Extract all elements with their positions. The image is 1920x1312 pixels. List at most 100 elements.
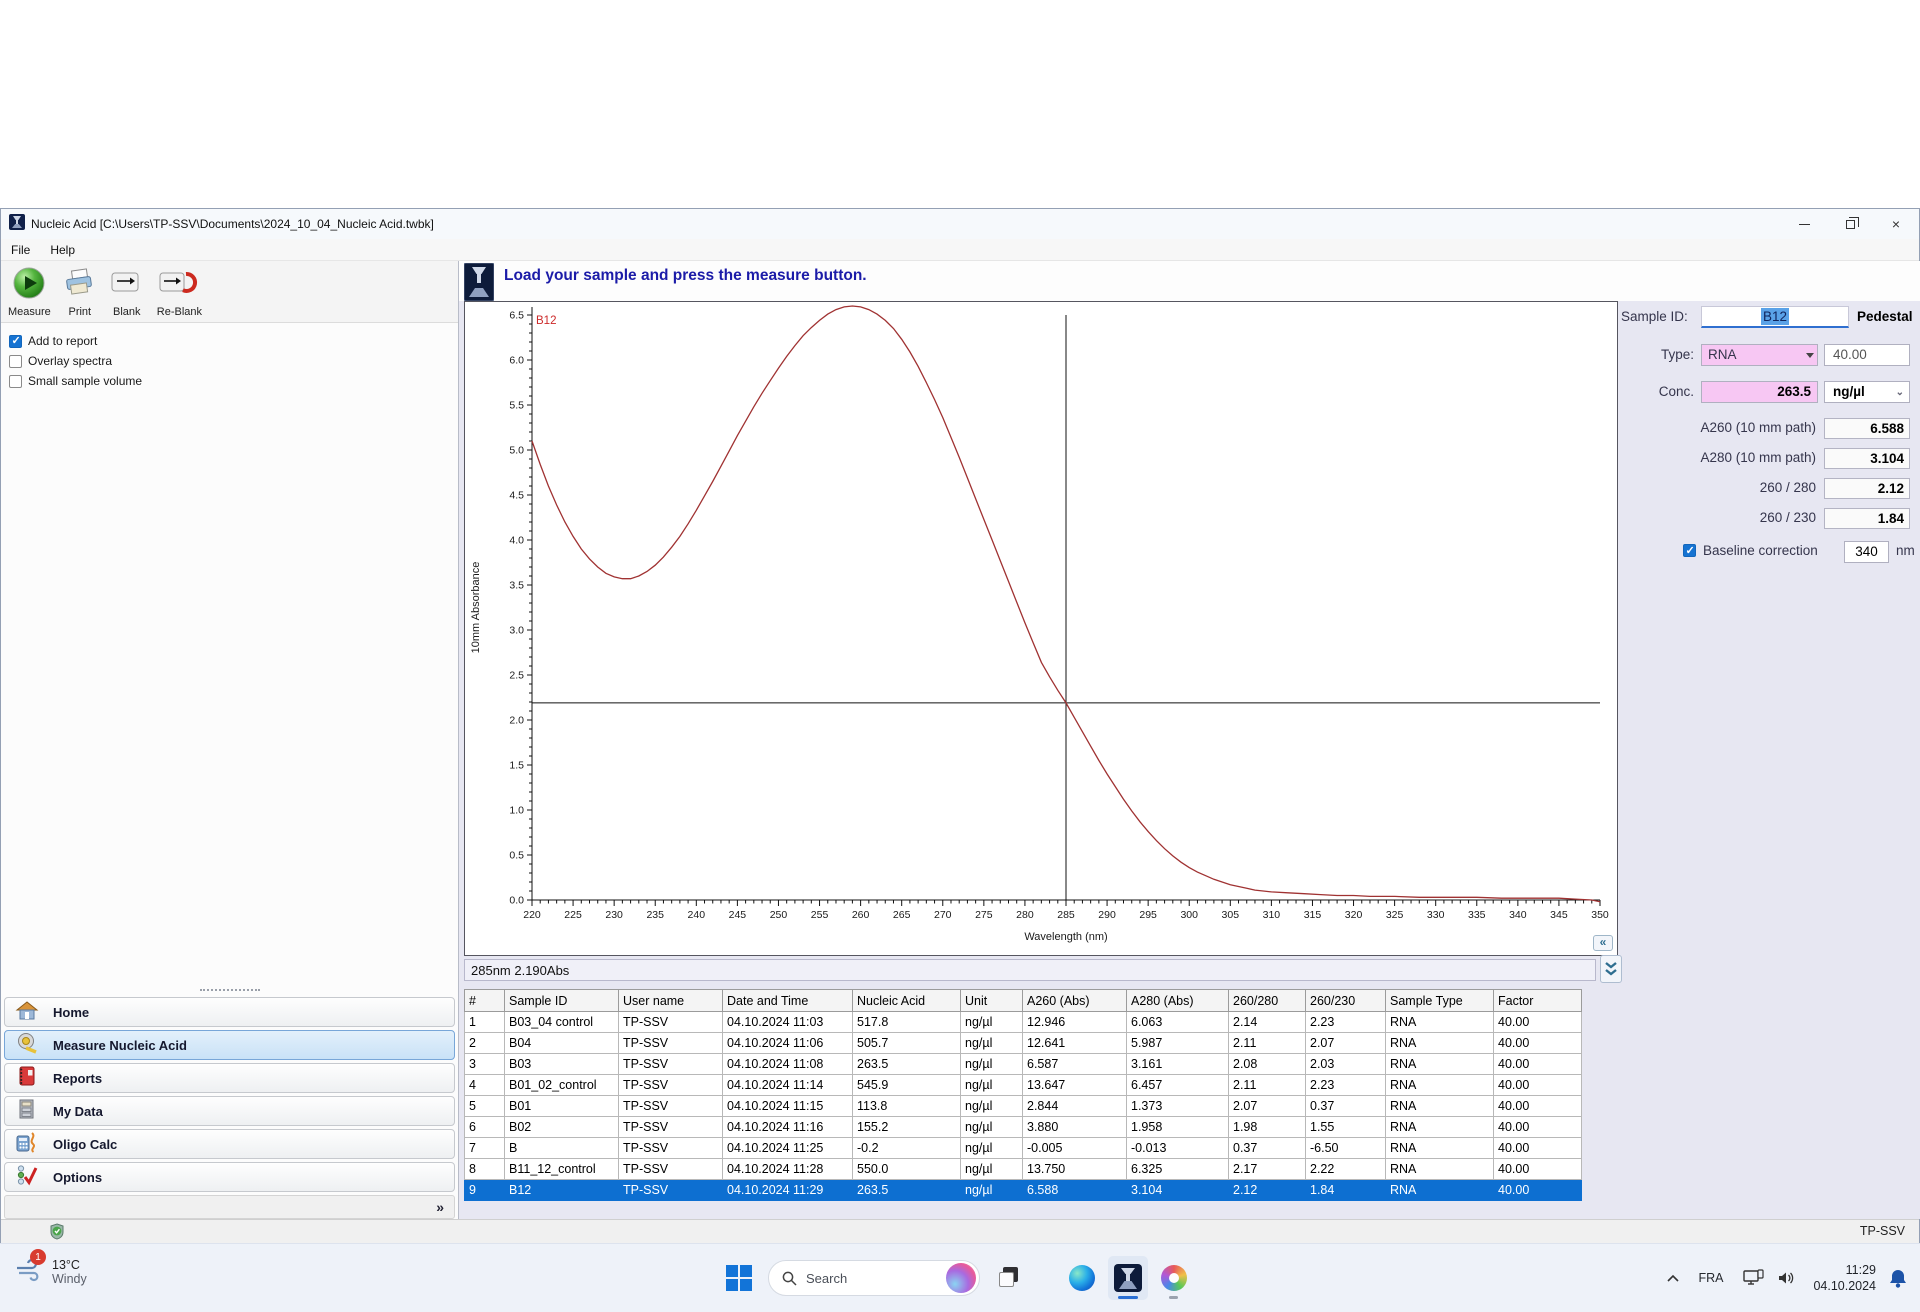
- baseline-correction-checkbox[interactable]: [1683, 544, 1696, 557]
- table-row[interactable]: 9 B12 TP-SSV 04.10.2024 11:29 263.5 ng/µl 6.58…: [464, 1179, 1582, 1201]
- clock-time: 11:29: [1845, 1263, 1876, 1277]
- nanodrop-taskbar-button[interactable]: [1108, 1256, 1148, 1300]
- sidebar-item-my-data[interactable]: My Data: [4, 1096, 455, 1126]
- table-cell: B03: [504, 1053, 619, 1075]
- table-cell: RNA: [1385, 1053, 1494, 1075]
- column-header[interactable]: Nucleic Acid: [852, 989, 961, 1012]
- column-header[interactable]: User name: [618, 989, 723, 1012]
- column-header[interactable]: Factor: [1493, 989, 1582, 1012]
- table-row[interactable]: 2 B04 TP-SSV 04.10.2024 11:06 505.7 ng/µl 12.6…: [464, 1032, 1582, 1054]
- conc-field[interactable]: 263.5: [1701, 381, 1818, 403]
- sidebar-item-home[interactable]: Home: [4, 997, 455, 1027]
- copilot-icon[interactable]: [946, 1263, 976, 1293]
- minimize-button[interactable]: [1781, 209, 1827, 239]
- column-header[interactable]: A280 (Abs): [1126, 989, 1229, 1012]
- system-tray: FRA 11:29 04.10.2024: [1666, 1244, 1910, 1312]
- add-to-report-checkbox[interactable]: [9, 334, 22, 348]
- table-cell: B12: [504, 1179, 619, 1201]
- table-row[interactable]: 3 B03 TP-SSV 04.10.2024 11:08 263.5 ng/µl 6.58…: [464, 1053, 1582, 1075]
- table-cell: -0.005: [1022, 1137, 1127, 1159]
- network-icon[interactable]: [1743, 1269, 1765, 1287]
- table-row[interactable]: 4 B01_02_control TP-SSV 04.10.2024 11:14 545…: [464, 1074, 1582, 1096]
- table-cell: 113.8: [852, 1095, 961, 1117]
- sidebar-item-options[interactable]: Options: [4, 1162, 455, 1192]
- table-cell: 40.00: [1493, 1095, 1582, 1117]
- conc-label: Conc.: [1658, 384, 1694, 399]
- titlebar[interactable]: Nucleic Acid [C:\Users\TP-SSV\Documents\…: [1, 209, 1919, 239]
- conc-unit-dropdown[interactable]: ng/µl ⌄: [1824, 381, 1910, 403]
- restore-button[interactable]: [1827, 209, 1873, 239]
- app-window: Nucleic Acid [C:\Users\TP-SSV\Documents\…: [0, 208, 1920, 1243]
- weather-condition: Windy: [52, 1271, 87, 1286]
- small-sample-volume-option[interactable]: Small sample volume: [9, 371, 142, 391]
- column-header[interactable]: 260/230: [1305, 989, 1386, 1012]
- sidebar-item-oligo-calc[interactable]: Oligo Calc: [4, 1129, 455, 1159]
- column-header[interactable]: #: [464, 989, 505, 1012]
- task-view-button[interactable]: [998, 1266, 1022, 1290]
- menubar: File Help: [1, 239, 1919, 261]
- table-cell: 6.457: [1126, 1074, 1229, 1096]
- table-row[interactable]: 1 B03_04 control TP-SSV 04.10.2024 11:03 517…: [464, 1011, 1582, 1033]
- table-row[interactable]: 7 B TP-SSV 04.10.2024 11:25 -0.2 ng/µl -0.005-…: [464, 1137, 1582, 1159]
- factor-field[interactable]: 40.00: [1824, 344, 1910, 366]
- overlay-spectra-checkbox[interactable]: [9, 354, 22, 368]
- sidebar-item-measure-nucleic-acid[interactable]: Measure Nucleic Acid: [4, 1030, 455, 1060]
- table-cell: TP-SSV: [618, 1158, 723, 1180]
- weather-widget[interactable]: 1 13°C Windy: [14, 1249, 87, 1287]
- svg-text:285: 285: [1057, 909, 1075, 921]
- table-row[interactable]: 6 B02 TP-SSV 04.10.2024 11:16 155.2 ng/µl 3.88…: [464, 1116, 1582, 1138]
- column-header[interactable]: Date and Time: [722, 989, 853, 1012]
- table-cell: TP-SSV: [618, 1137, 723, 1159]
- column-header[interactable]: Unit: [960, 989, 1023, 1012]
- table-expand-button[interactable]: [1600, 955, 1622, 983]
- add-to-report-option[interactable]: Add to report: [9, 331, 142, 351]
- print-button[interactable]: Print: [60, 265, 100, 319]
- table-cell: ng/µl: [960, 1032, 1023, 1054]
- language-indicator[interactable]: FRA: [1698, 1271, 1723, 1285]
- measure-button[interactable]: Measure: [5, 265, 54, 319]
- table-row[interactable]: 8 B11_12_control TP-SSV 04.10.2024 11:28 550…: [464, 1158, 1582, 1180]
- main-content: Load your sample and press the measure b…: [459, 261, 1920, 1219]
- table-cell: 6: [464, 1116, 505, 1138]
- start-button[interactable]: [726, 1265, 752, 1291]
- overlay-spectra-option[interactable]: Overlay spectra: [9, 351, 142, 371]
- table-cell: 550.0: [852, 1158, 961, 1180]
- reblank-button[interactable]: Re-Blank: [154, 265, 205, 319]
- paint-taskbar-button[interactable]: [1154, 1256, 1194, 1300]
- close-button[interactable]: ×: [1873, 209, 1919, 239]
- menu-file[interactable]: File: [1, 239, 40, 260]
- chart-collapse-button[interactable]: «: [1593, 935, 1613, 951]
- table-cell: 2.12: [1228, 1179, 1306, 1201]
- nav-resize-handle[interactable]: [199, 989, 260, 993]
- blank-button[interactable]: Blank: [106, 265, 148, 319]
- speaker-icon[interactable]: [1777, 1269, 1797, 1287]
- table-cell: 4: [464, 1074, 505, 1096]
- sidebar-item-reports[interactable]: Reports: [4, 1063, 455, 1093]
- nav-collapse-bar[interactable]: »: [4, 1195, 455, 1219]
- baseline-unit-label: nm: [1896, 543, 1915, 558]
- column-header[interactable]: Sample ID: [504, 989, 619, 1012]
- y-axis-title: 10mm Absorbance: [470, 562, 482, 654]
- menu-help[interactable]: Help: [40, 239, 85, 260]
- ratio-260-280-label: 260 / 280: [1759, 480, 1816, 495]
- edge-taskbar-button[interactable]: [1062, 1256, 1102, 1300]
- table-cell: 2.23: [1305, 1011, 1386, 1033]
- table-cell: TP-SSV: [618, 1179, 723, 1201]
- hidden-icons-chevron[interactable]: [1666, 1274, 1680, 1283]
- unit-chevron-icon: ⌄: [1895, 387, 1904, 398]
- spectrum-chart[interactable]: 220 225 230 235 240 245 250 255 260 265 270 275 280 2…: [465, 302, 1617, 955]
- clock[interactable]: 11:29 04.10.2024: [1813, 1262, 1876, 1294]
- small-sample-volume-checkbox[interactable]: [9, 374, 22, 388]
- table-cell: 04.10.2024 11:14: [722, 1074, 853, 1096]
- notification-bell-icon[interactable]: [1888, 1267, 1908, 1289]
- table-row[interactable]: 5 B01 TP-SSV 04.10.2024 11:15 113.8 ng/µl 2.84…: [464, 1095, 1582, 1117]
- column-header[interactable]: 260/280: [1228, 989, 1306, 1012]
- column-header[interactable]: A260 (Abs): [1022, 989, 1127, 1012]
- svg-text:235: 235: [646, 909, 664, 921]
- table-cell: -6.50: [1305, 1137, 1386, 1159]
- sample-id-input[interactable]: B12: [1701, 306, 1849, 328]
- column-header[interactable]: Sample Type: [1385, 989, 1494, 1012]
- search-box[interactable]: Search: [768, 1260, 980, 1296]
- baseline-wavelength-field[interactable]: 340: [1844, 541, 1889, 563]
- type-dropdown[interactable]: RNA: [1701, 344, 1818, 366]
